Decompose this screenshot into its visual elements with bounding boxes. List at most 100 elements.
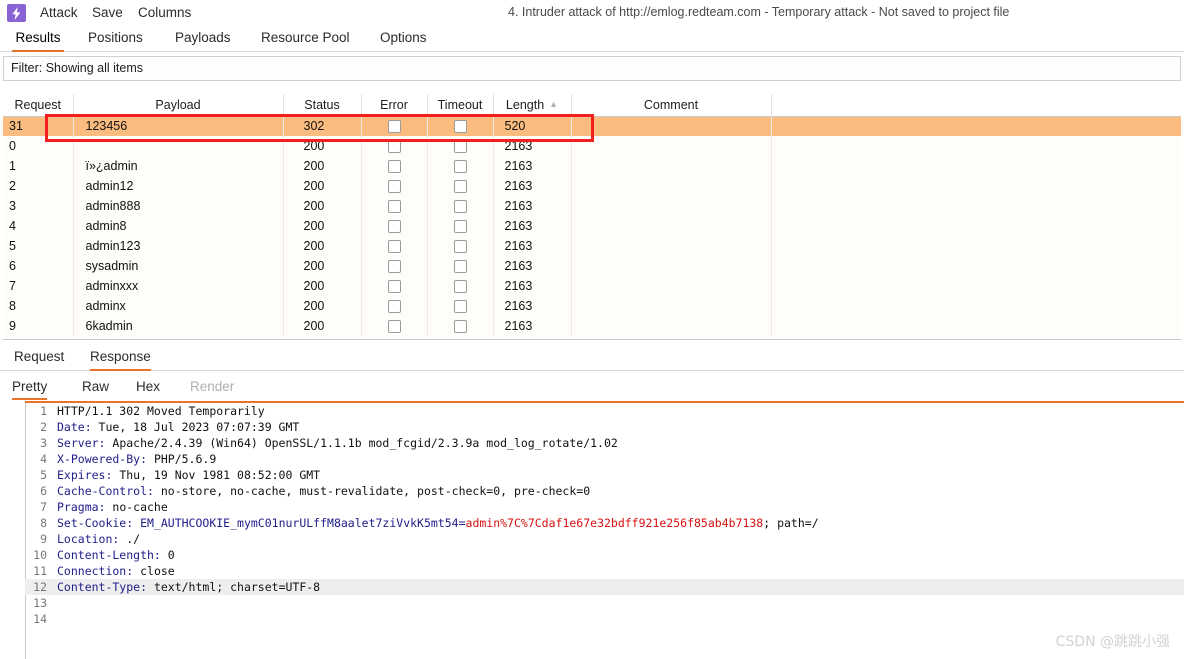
tab-positions[interactable]: Positions [88,26,143,52]
line-text: X-Powered-By: PHP/5.6.9 [57,451,216,467]
table-row[interactable]: 5 admin123 200 2163 [3,236,1181,256]
cell-timeout[interactable] [427,296,494,316]
header-value: Tue, 18 Jul 2023 07:07:39 GMT [91,420,300,434]
tab-results[interactable]: Results [12,26,64,52]
cell-timeout[interactable] [427,196,494,216]
cell-error[interactable] [361,116,428,136]
line-text: HTTP/1.1 302 Moved Temporarily [57,403,265,419]
tab-payloads[interactable]: Payloads [175,26,231,52]
cell-length: 2163 [493,236,572,256]
checkbox-icon[interactable] [387,259,401,273]
cell-status: 200 [283,176,362,196]
column-header-payload[interactable]: Payload [73,94,284,117]
cell-error[interactable] [361,296,428,316]
checkbox-icon[interactable] [453,199,467,213]
header-name: Set-Cookie: [57,516,141,530]
line-number: 10 [33,548,47,562]
header-value: no-store, no-cache, must-revalidate, pos… [153,484,591,498]
line-text: Cache-Control: no-store, no-cache, must-… [57,483,590,499]
checkbox-icon[interactable] [387,319,401,333]
cell-timeout[interactable] [427,116,494,136]
line-number: 4 [40,452,47,466]
cell-length: 2163 [493,196,572,216]
checkbox-icon[interactable] [387,199,401,213]
checkbox-icon[interactable] [387,279,401,293]
table-row[interactable]: 3 admin888 200 2163 [3,196,1181,216]
code-line: 7 Pragma: no-cache [25,499,1184,515]
checkbox-icon[interactable] [453,139,467,153]
cell-request: 5 [3,236,74,256]
column-header-status[interactable]: Status [283,94,362,117]
table-row[interactable]: 8 adminx 200 2163 [3,296,1181,316]
checkbox-icon[interactable] [453,219,467,233]
tab-request[interactable]: Request [14,344,64,371]
cell-error[interactable] [361,256,428,276]
cell-error[interactable] [361,316,428,336]
column-header-length[interactable]: Length ▲ [493,94,572,117]
checkbox-icon[interactable] [453,119,467,133]
cell-timeout[interactable] [427,216,494,236]
response-viewer[interactable]: 1 HTTP/1.1 302 Moved Temporarily 2 Date: Tu… [25,401,1184,659]
checkbox-icon[interactable] [453,279,467,293]
checkbox-icon[interactable] [387,159,401,173]
cell-timeout[interactable] [427,276,494,296]
code-line: 4 X-Powered-By: PHP/5.6.9 [25,451,1184,467]
checkbox-icon[interactable] [387,239,401,253]
tab-response[interactable]: Response [90,344,151,371]
cell-status: 200 [283,256,362,276]
table-row[interactable]: 9 6kadmin 200 2163 [3,316,1181,336]
cell-error[interactable] [361,276,428,296]
tab-resource-pool[interactable]: Resource Pool [261,26,350,52]
table-row[interactable]: 1 ï»¿admin 200 2163 [3,156,1181,176]
menu-item-save[interactable]: Save [92,4,123,22]
tab-pretty[interactable]: Pretty [12,375,48,400]
checkbox-icon[interactable] [453,299,467,313]
cell-timeout[interactable] [427,156,494,176]
cell-error[interactable] [361,216,428,236]
cell-timeout[interactable] [427,236,494,256]
checkbox-icon[interactable] [453,159,467,173]
line-text: Server: Apache/2.4.39 (Win64) OpenSSL/1.… [57,435,618,451]
cell-timeout[interactable] [427,176,494,196]
menu-item-attack[interactable]: Attack [40,4,78,22]
tab-raw[interactable]: Raw [82,375,109,400]
filter-bar[interactable]: Filter: Showing all items [3,56,1181,81]
checkbox-icon[interactable] [453,259,467,273]
message-tab-strip: Request Response [0,344,1184,371]
table-row[interactable]: 2 admin12 200 2163 [3,176,1181,196]
table-row[interactable]: 6 sysadmin 200 2163 [3,256,1181,276]
cell-error[interactable] [361,136,428,156]
code-line: 5 Expires: Thu, 19 Nov 1981 08:52:00 GMT [25,467,1184,483]
checkbox-icon[interactable] [453,239,467,253]
tab-hex[interactable]: Hex [136,375,160,400]
checkbox-icon[interactable] [453,179,467,193]
cell-length: 2163 [493,276,572,296]
cell-error[interactable] [361,196,428,216]
cell-timeout[interactable] [427,256,494,276]
cell-error[interactable] [361,236,428,256]
table-row[interactable]: 4 admin8 200 2163 [3,216,1181,236]
checkbox-icon[interactable] [387,139,401,153]
column-header-request[interactable]: Request [3,94,74,117]
cell-error[interactable] [361,176,428,196]
cookie-value: admin%7C%7Cdaf1e67e32bdff921e256f85ab4b7… [465,516,764,530]
line-text: Set-Cookie: EM_AUTHCOOKIE_mymC01nurULffM… [57,515,819,531]
cell-timeout[interactable] [427,136,494,156]
table-row[interactable]: 31 123456 302 520 [3,116,1181,136]
table-row[interactable]: 7 adminxxx 200 2163 [3,276,1181,296]
cell-comment [571,136,772,156]
cell-timeout[interactable] [427,316,494,336]
column-header-comment[interactable]: Comment [571,94,772,117]
checkbox-icon[interactable] [387,219,401,233]
cell-error[interactable] [361,156,428,176]
checkbox-icon[interactable] [387,179,401,193]
tab-options[interactable]: Options [380,26,427,52]
checkbox-icon[interactable] [453,319,467,333]
menu-item-columns[interactable]: Columns [138,4,191,22]
checkbox-icon[interactable] [387,119,401,133]
column-header-error[interactable]: Error [361,94,428,117]
checkbox-icon[interactable] [387,299,401,313]
column-header-timeout[interactable]: Timeout [427,94,494,117]
line-text: Content-Length: 0 [57,547,175,563]
table-row[interactable]: 0 200 2163 [3,136,1181,156]
